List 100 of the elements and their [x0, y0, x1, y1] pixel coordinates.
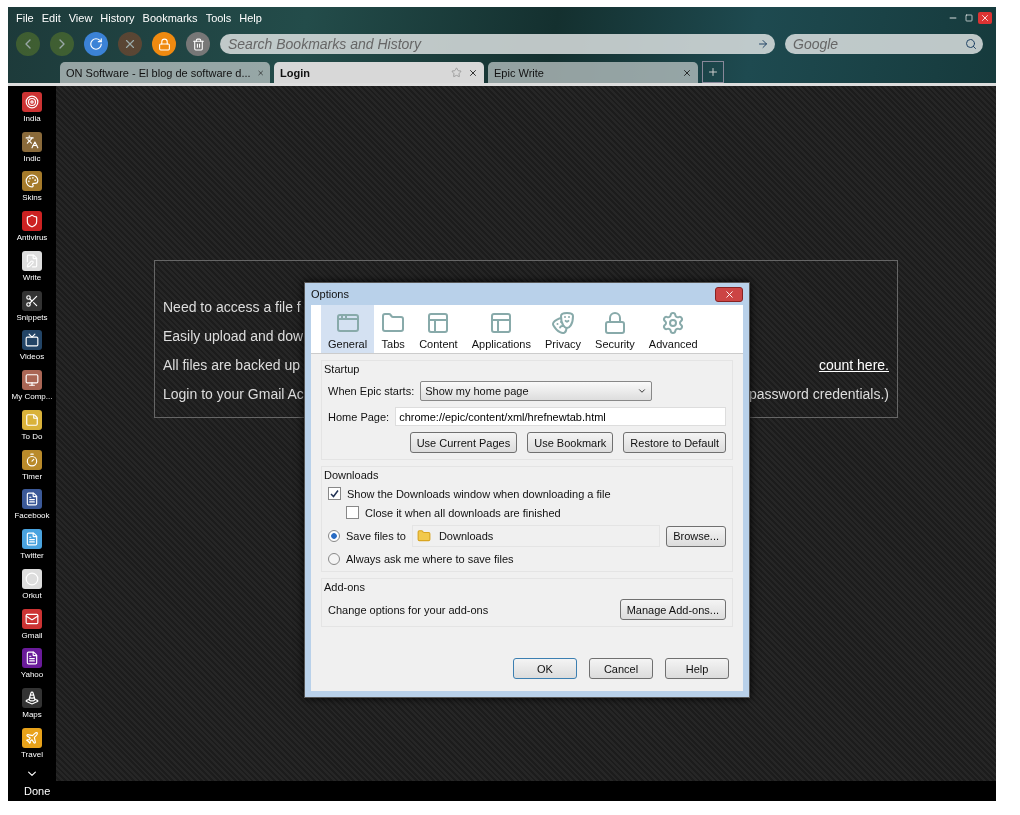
close-tab-icon[interactable]: [468, 67, 478, 78]
dialog-button[interactable]: Cancel: [589, 658, 653, 679]
page-text: Easily upload and dow: [163, 328, 304, 346]
radio-label[interactable]: Save files to: [346, 530, 406, 542]
menu-item[interactable]: History: [96, 12, 139, 24]
checkbox-label[interactable]: Close it when all downloads are finished: [365, 506, 561, 519]
circle-icon[interactable]: [22, 92, 42, 112]
timer-icon[interactable]: [22, 449, 42, 470]
scissors-icon[interactable]: [22, 290, 42, 311]
close-button[interactable]: [978, 12, 992, 24]
sidebar-label[interactable]: Orkut: [22, 590, 42, 600]
pane-tab[interactable]: Applications: [464, 305, 538, 353]
startup-button[interactable]: Use Bookmark: [527, 432, 614, 453]
maximize-button[interactable]: [962, 12, 976, 24]
star-icon[interactable]: [451, 67, 462, 78]
sidebar-label[interactable]: Write: [22, 272, 42, 282]
page-icon[interactable]: [22, 529, 42, 550]
reload-button[interactable]: [84, 32, 108, 56]
sidebar-label[interactable]: Maps: [22, 710, 42, 719]
close-button[interactable]: [715, 286, 743, 302]
sidebar-label[interactable]: My Comp...: [11, 392, 53, 402]
mail-icon[interactable]: [22, 608, 42, 629]
radio-button[interactable]: [328, 553, 340, 565]
sidebar-label[interactable]: Travel: [21, 749, 43, 759]
pane-tab[interactable]: General: [321, 305, 375, 353]
close-icon: [980, 13, 990, 23]
padlock-icon: [157, 37, 171, 51]
radio-button[interactable]: [328, 530, 340, 542]
sidebar-label[interactable]: Twitter: [20, 551, 44, 561]
page-text: password credentials.): [748, 386, 889, 404]
reload-icon: [89, 37, 103, 51]
sidebar-label[interactable]: Indic: [23, 153, 41, 163]
menu-item[interactable]: Bookmarks: [138, 12, 202, 24]
page-text: Login to your Gmail Ac: [163, 386, 304, 404]
menu-item[interactable]: File: [12, 12, 38, 24]
plus-icon: [707, 66, 719, 78]
checkbox[interactable]: [346, 506, 359, 519]
home-page-field[interactable]: chrome://epic/content/xml/hrefnewtab.html: [395, 407, 726, 426]
browser-tab[interactable]: ON Software - El blog de software d...: [60, 62, 270, 83]
status-text: Done: [24, 785, 51, 797]
pane-tab[interactable]: Advanced: [641, 305, 705, 353]
dialog-button[interactable]: Help: [665, 658, 729, 679]
folder-icon: [416, 529, 431, 543]
browse-button[interactable]: Browse...: [666, 525, 726, 547]
sidebar-label[interactable]: Yahoo: [20, 670, 44, 680]
go-arrow-icon[interactable]: [757, 38, 769, 50]
sidebar-label[interactable]: Timer: [21, 471, 43, 481]
sidebar-label[interactable]: Videos: [19, 352, 45, 362]
browser-tab[interactable]: Login: [274, 62, 484, 83]
startup-button[interactable]: Use Current Pages: [409, 432, 518, 453]
address-search-field[interactable]: Search Bookmarks and History: [220, 34, 775, 54]
trash-button[interactable]: [186, 32, 210, 56]
pane-tab[interactable]: Security: [588, 305, 642, 353]
menu-item[interactable]: Tools: [201, 12, 236, 24]
tv-icon[interactable]: [22, 330, 42, 351]
checkbox-label[interactable]: Show the Downloads window when downloading a file: [347, 487, 611, 500]
dialog-title: Options: [311, 288, 349, 300]
page-icon[interactable]: [22, 489, 42, 510]
traffic-cone-icon[interactable]: [22, 688, 42, 708]
page-icon[interactable]: [22, 648, 42, 669]
new-tab-button[interactable]: [702, 61, 724, 83]
startup-select[interactable]: Show my home page: [420, 381, 653, 401]
field-label: Home Page:: [328, 410, 390, 423]
sidebar-label[interactable]: To Do: [21, 431, 43, 441]
browser-tab[interactable]: Epic Write: [488, 62, 698, 83]
folder-icon: [381, 311, 406, 335]
stop-icon: [123, 37, 137, 51]
mask-icon: [551, 311, 576, 335]
lock-button[interactable]: [152, 32, 176, 56]
search-icon[interactable]: [965, 38, 977, 50]
manage-addons-button[interactable]: Manage Add-ons...: [619, 599, 726, 620]
shield-icon[interactable]: [22, 211, 42, 232]
monitor-icon[interactable]: [22, 370, 42, 391]
folder-field: Downloads: [411, 525, 661, 547]
checkbox[interactable]: [328, 487, 341, 500]
field-label: When Epic starts:: [328, 385, 415, 397]
web-search-field[interactable]: Google: [785, 34, 983, 54]
pane-tab[interactable]: Content: [412, 305, 465, 353]
page-link[interactable]: count here.: [818, 357, 889, 378]
sidebar-label[interactable]: Gmail: [21, 630, 43, 640]
close-tab-icon[interactable]: [682, 67, 692, 78]
layout-icon: [426, 311, 451, 335]
menu-item[interactable]: Help: [235, 12, 266, 24]
radio-label[interactable]: Always ask me where to save files: [346, 553, 514, 565]
pane-tab[interactable]: Privacy: [538, 305, 589, 353]
pane-tab[interactable]: Tabs: [374, 305, 413, 353]
sticky-note-icon[interactable]: [22, 409, 42, 430]
layout-icon: [489, 311, 514, 335]
sidebar-label[interactable]: Snippets: [16, 312, 48, 322]
menu-item[interactable]: View: [64, 12, 97, 24]
dialog-button[interactable]: OK: [513, 658, 577, 679]
sidebar-label[interactable]: Facebook: [14, 511, 50, 521]
startup-button[interactable]: Restore to Default: [623, 432, 726, 453]
plane-icon[interactable]: [22, 727, 42, 748]
sidebar-label[interactable]: Skins: [22, 193, 42, 203]
sidebar-label[interactable]: India: [23, 114, 41, 123]
palette-icon[interactable]: [22, 171, 42, 192]
notepad-icon[interactable]: [22, 250, 42, 271]
menu-item[interactable]: Edit: [37, 12, 65, 24]
sidebar-label[interactable]: Antivirus: [16, 233, 48, 243]
